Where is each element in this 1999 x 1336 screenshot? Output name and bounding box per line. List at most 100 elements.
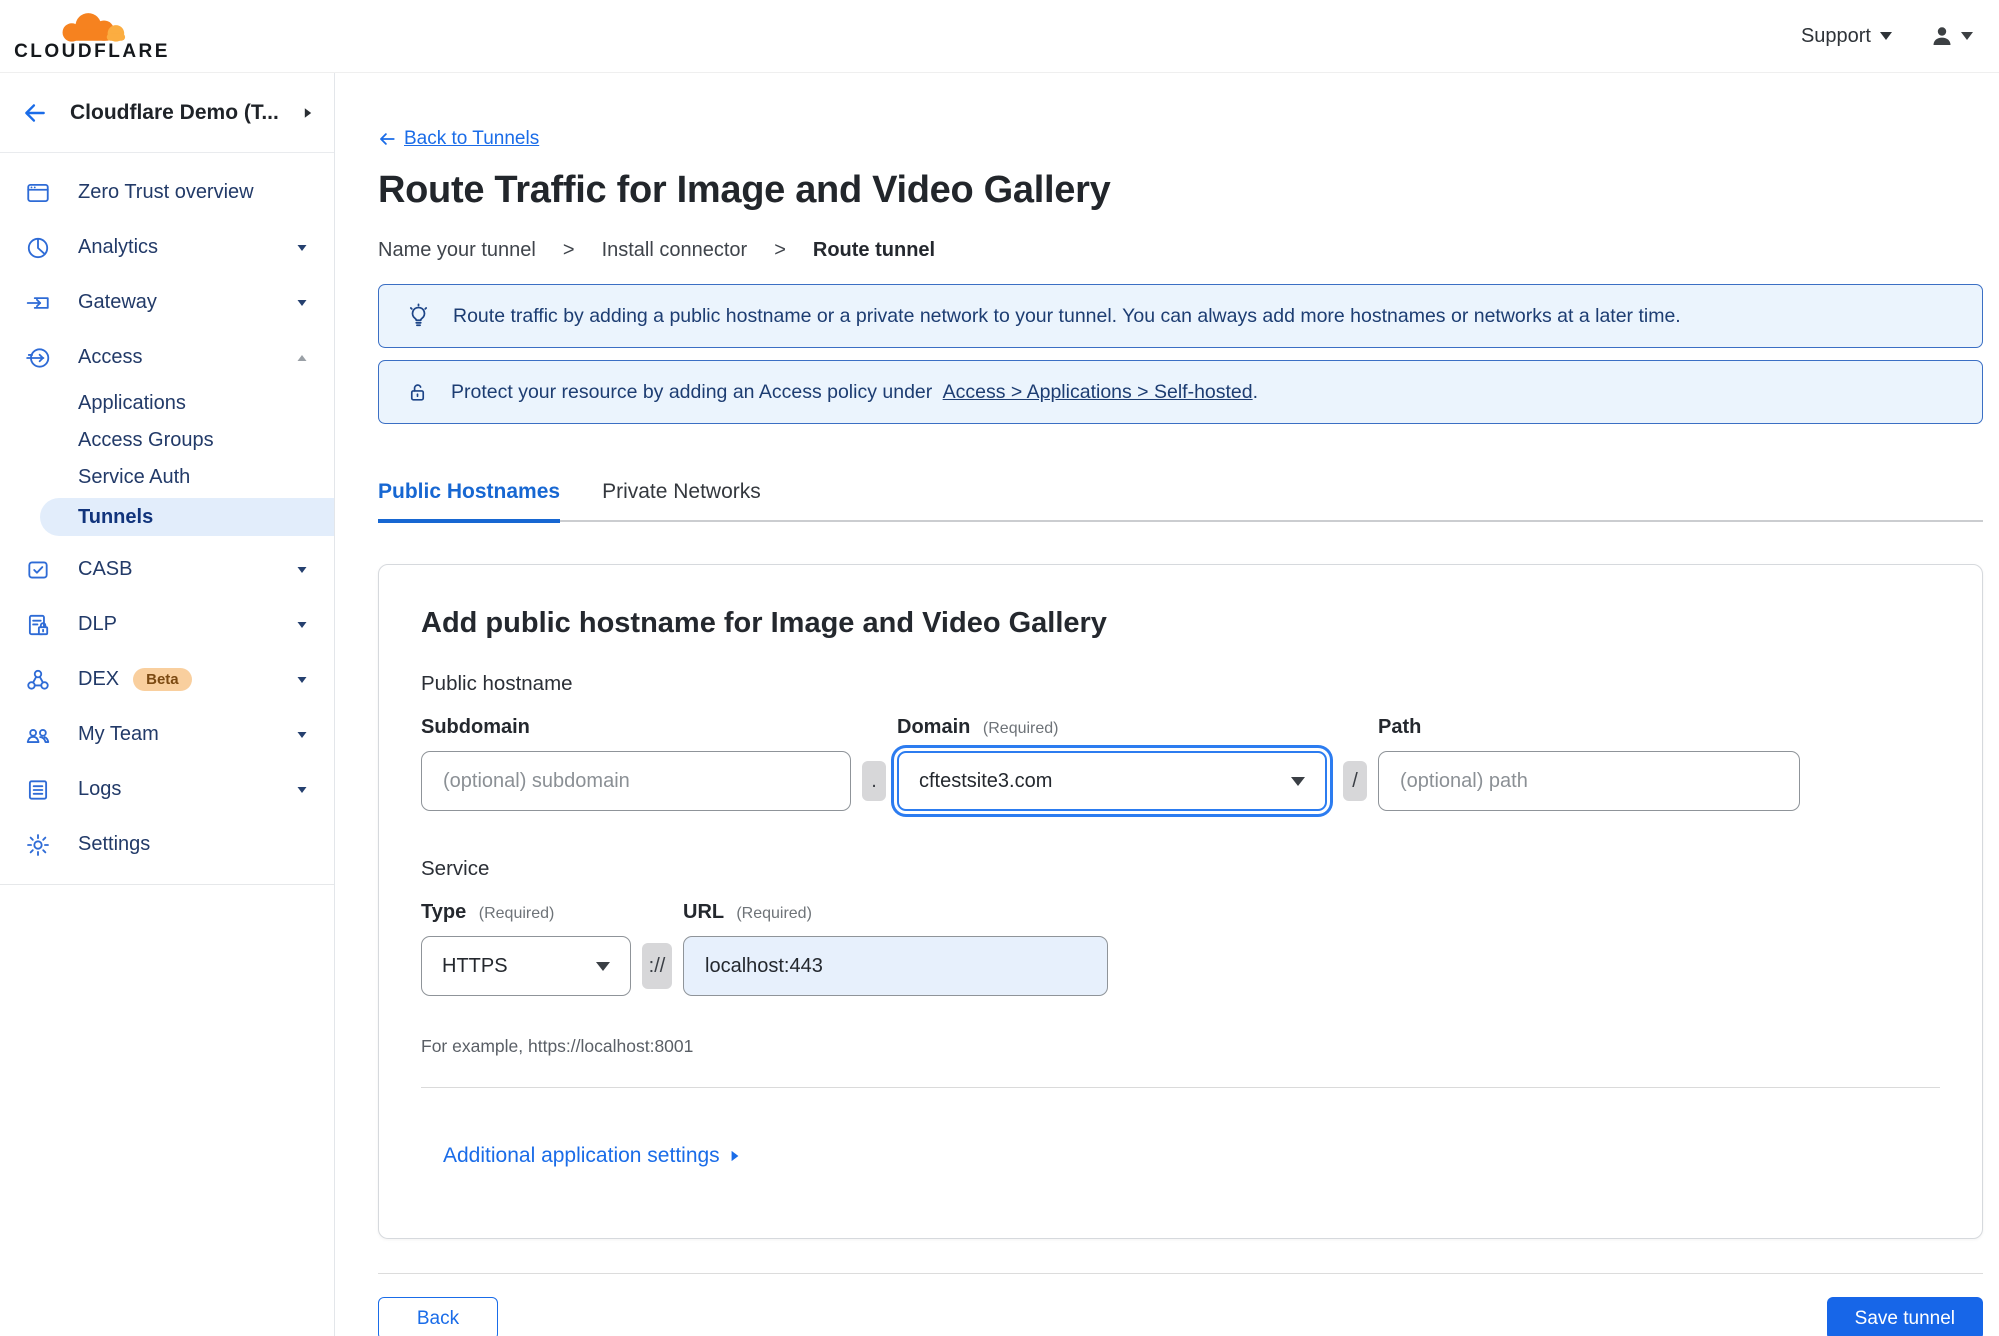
- support-label: Support: [1800, 24, 1871, 47]
- service-url-input[interactable]: [683, 936, 1108, 996]
- sidebar-subitem-label: Applications: [78, 392, 186, 414]
- sidebar-subitem-label: Service Auth: [78, 466, 191, 488]
- user-menu[interactable]: [1930, 24, 1973, 48]
- sidebar-item-label: Logs: [78, 778, 122, 800]
- main-content: Back to Tunnels Route Traffic for Image …: [335, 73, 1999, 1336]
- wizard-steps: Name your tunnel > Install connector > R…: [378, 239, 1983, 262]
- info-banner: Route traffic by adding a public hostnam…: [378, 284, 1983, 348]
- page-title: Route Traffic for Image and Video Galler…: [378, 169, 1111, 211]
- type-required-hint: (Required): [478, 905, 555, 922]
- domain-required-hint: (Required): [982, 720, 1059, 737]
- user-icon: [1933, 27, 1951, 45]
- type-label: Type: [421, 901, 467, 923]
- beta-badge: Beta: [133, 668, 192, 691]
- domain-select-value: cftestsite3.com: [919, 769, 1053, 792]
- save-tunnel-button[interactable]: Save tunnel: [1826, 1297, 1983, 1336]
- url-example-hint: For example, https://localhost:8001: [421, 1036, 694, 1056]
- gear-icon: [24, 831, 51, 858]
- sidebar-item-label: Gateway: [78, 291, 157, 313]
- back-button[interactable]: Back: [378, 1297, 498, 1336]
- sidebar-item-applications[interactable]: Applications: [0, 385, 334, 422]
- cloudflare-cloud-icon: [62, 13, 126, 42]
- access-icon: [24, 344, 51, 371]
- sidebar-item-dex[interactable]: DEX Beta: [0, 652, 334, 707]
- tab-private-networks[interactable]: Private Networks: [602, 480, 761, 523]
- chevron-down-icon: [1291, 776, 1305, 786]
- subdomain-input[interactable]: [421, 751, 851, 811]
- step-separator: >: [562, 239, 575, 261]
- card-divider: [421, 1087, 1940, 1088]
- account-name: Cloudflare Demo (T...: [70, 100, 279, 124]
- sidebar-item-label: Zero Trust overview: [78, 181, 254, 203]
- sidebar-item-access[interactable]: Access: [0, 330, 334, 385]
- chevron-down-icon: [596, 961, 610, 971]
- chevron-down-icon: [1880, 32, 1892, 40]
- card-heading: Add public hostname for Image and Video …: [421, 607, 1107, 639]
- domain-label: Domain: [897, 716, 971, 738]
- step-install-connector[interactable]: Install connector: [602, 239, 748, 262]
- sidebar-item-access-groups[interactable]: Access Groups: [0, 422, 334, 459]
- chevron-right-icon: [731, 1150, 739, 1162]
- support-dropdown[interactable]: Support: [1801, 25, 1892, 48]
- back-arrow-icon[interactable]: [22, 100, 48, 126]
- url-required-hint: (Required): [736, 905, 812, 922]
- sidebar-item-service-auth[interactable]: Service Auth: [0, 459, 334, 496]
- logs-icon: [24, 776, 51, 803]
- sidebar-item-logs[interactable]: Logs: [0, 762, 334, 817]
- access-applications-link[interactable]: Access > Applications > Self-hosted: [943, 381, 1253, 403]
- chevron-up-icon: [297, 354, 307, 361]
- sidebar-item-tunnels[interactable]: Tunnels: [40, 498, 334, 536]
- tab-bar: Public Hostnames Private Networks: [378, 480, 1983, 523]
- sidebar-item-casb[interactable]: CASB: [0, 542, 334, 597]
- sidebar-subitem-label: Tunnels: [78, 505, 154, 528]
- pie-chart-icon: [24, 234, 51, 261]
- left-arrow-icon: [380, 133, 395, 145]
- path-label: Path: [1378, 716, 1422, 738]
- public-hostname-card: Add public hostname for Image and Video …: [378, 564, 1983, 1239]
- lightbulb-icon: [409, 302, 428, 326]
- sidebar-item-label: Settings: [78, 833, 151, 855]
- cloudflare-wordmark: CLOUDFLARE: [14, 41, 170, 62]
- footer-divider: [378, 1273, 1983, 1274]
- sidebar-item-my-team[interactable]: My Team: [0, 707, 334, 762]
- path-input[interactable]: [1378, 751, 1800, 811]
- service-type-value: HTTPS: [442, 954, 508, 977]
- lock-icon: [410, 383, 425, 401]
- chevron-right-icon[interactable]: [304, 107, 312, 118]
- chevron-down-icon: [1961, 32, 1973, 40]
- cloudflare-logo: CLOUDFLARE: [14, 9, 167, 63]
- chevron-down-icon: [297, 676, 307, 683]
- sidebar-item-analytics[interactable]: Analytics: [0, 220, 334, 275]
- tab-public-hostnames[interactable]: Public Hostnames: [378, 480, 561, 523]
- sidebar: Cloudflare Demo (T... Zero Trust overvie…: [0, 73, 335, 1336]
- info-banner-text: Route traffic by adding a public hostnam…: [453, 304, 1681, 327]
- url-label: URL: [683, 901, 724, 923]
- scheme-separator: ://: [642, 943, 672, 989]
- sidebar-item-gateway[interactable]: Gateway: [0, 275, 334, 330]
- service-type-select[interactable]: HTTPS: [421, 936, 631, 996]
- sidebar-nav: Zero Trust overview Analytics Gateway Ac…: [0, 153, 334, 885]
- gateway-icon: [24, 289, 51, 316]
- network-nodes-icon: [24, 666, 51, 693]
- step-separator: >: [774, 239, 786, 261]
- account-switcher: Cloudflare Demo (T...: [0, 73, 334, 153]
- additional-settings-toggle[interactable]: Additional application settings: [443, 1144, 739, 1168]
- footer-actions: Back Save tunnel: [378, 1297, 1983, 1336]
- chevron-down-icon: [297, 621, 307, 628]
- slash-separator: /: [1343, 761, 1367, 801]
- subdomain-label: Subdomain: [421, 716, 530, 738]
- back-link-label: Back to Tunnels: [404, 128, 540, 149]
- sidebar-item-zero-trust-overview[interactable]: Zero Trust overview: [0, 165, 334, 220]
- browser-window-icon: [24, 179, 51, 206]
- step-name-tunnel[interactable]: Name your tunnel: [378, 239, 536, 262]
- sidebar-item-label: My Team: [78, 723, 159, 745]
- back-to-tunnels-link[interactable]: Back to Tunnels: [378, 128, 539, 150]
- dot-separator: .: [862, 761, 886, 801]
- domain-select[interactable]: cftestsite3.com: [897, 751, 1327, 811]
- sidebar-item-settings[interactable]: Settings: [0, 817, 334, 872]
- document-lock-icon: [24, 611, 51, 638]
- sidebar-item-dlp[interactable]: DLP: [0, 597, 334, 652]
- sidebar-item-label: Analytics: [78, 236, 159, 258]
- casb-icon: [24, 556, 51, 583]
- public-hostname-label: Public hostname: [421, 672, 573, 695]
